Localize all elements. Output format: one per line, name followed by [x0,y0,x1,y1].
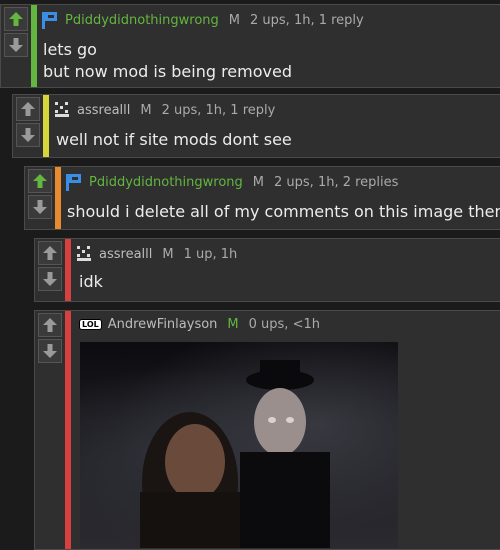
comment-meta: 2 ups, 1h, 1 reply [250,12,364,28]
vote-column [13,95,43,147]
comment-meta: 2 ups, 1h, 1 reply [161,102,276,118]
comment-line: well not if site mods dont see [56,130,292,149]
comment-text: lets go but now mod is being removed [43,39,292,83]
username-link[interactable]: assrealll [99,247,152,262]
upvote-arrow-icon [9,12,23,26]
comment-header: assrealll M 2 ups, 1h, 1 reply [53,101,275,119]
username-link[interactable]: Pdiddydidnothingwrong [89,175,243,190]
upvote-arrow-icon [43,318,57,332]
pixel-face-avatar-icon [77,246,91,261]
comment-text: should i delete all of my comments on th… [67,201,500,223]
vote-column [35,311,65,363]
thread-bar [31,5,37,87]
downvote-button[interactable] [38,339,62,363]
lol-avatar-icon: LOL [79,319,102,330]
vote-column [25,167,55,219]
downvote-arrow-icon [43,272,57,286]
downvote-button[interactable] [4,33,28,57]
downvote-arrow-icon [43,344,57,358]
thread-bar [65,311,71,549]
comment-line: idk [79,272,103,291]
comment-meta: 0 ups, <1h [248,317,320,332]
username-link[interactable]: assrealll [77,103,130,118]
comment-text: idk [79,271,103,293]
comment-line: lets go [43,40,97,59]
vote-column [35,239,65,291]
downvote-arrow-icon [9,38,23,52]
comment-header: assrealll M 1 up, 1h [75,245,237,263]
upvote-button[interactable] [16,97,40,121]
thread-bar [43,95,49,157]
upvote-arrow-icon [33,174,47,188]
meme-photo [140,360,330,548]
downvote-button[interactable] [16,123,40,147]
comment-1: Pdiddydidnothingwrong M 2 ups, 1h, 1 rep… [0,4,500,88]
downvote-arrow-icon [33,200,47,214]
upvote-button[interactable] [38,313,62,337]
mod-badge: M [252,174,265,190]
comment-meta: 1 up, 1h [183,246,238,262]
vote-column [1,5,31,57]
comment-line: should i delete all of my comments on th… [67,202,500,221]
mod-badge: M [140,102,152,118]
comment-header: Pdiddydidnothingwrong M 2 ups, 1h, 2 rep… [65,173,398,191]
comment-4: assrealll M 1 up, 1h idk [34,238,500,302]
thread-bar [65,239,71,301]
upvote-button[interactable] [28,169,52,193]
flag-avatar-icon [66,174,81,191]
downvote-button[interactable] [28,195,52,219]
downvote-button[interactable] [38,267,62,291]
mod-badge: M [228,12,241,28]
comment-header: LOL AndrewFinlayson M 0 ups, <1h [79,317,320,332]
upvote-button[interactable] [38,241,62,265]
upvote-button[interactable] [4,7,28,31]
comment-meta: 2 ups, 1h, 2 replies [274,174,399,190]
thread-bar [55,167,61,229]
comment-header: Pdiddydidnothingwrong M 2 ups, 1h, 1 rep… [41,11,364,29]
pixel-face-avatar-icon [55,102,69,117]
username-link[interactable]: AndrewFinlayson [108,317,218,332]
upvote-arrow-icon [21,102,35,116]
username-link[interactable]: Pdiddydidnothingwrong [65,13,219,28]
comment-text: well not if site mods dont see [56,129,292,151]
downvote-arrow-icon [21,128,35,142]
mod-badge: M [162,246,174,262]
upvote-arrow-icon [43,246,57,260]
comment-3: Pdiddydidnothingwrong M 2 ups, 1h, 2 rep… [24,166,500,230]
comment-image[interactable] [80,342,398,548]
flag-avatar-icon [42,12,57,29]
comment-2: assrealll M 2 ups, 1h, 1 reply well not … [12,94,500,158]
comment-line: but now mod is being removed [43,62,292,81]
mod-badge: M [227,317,239,332]
